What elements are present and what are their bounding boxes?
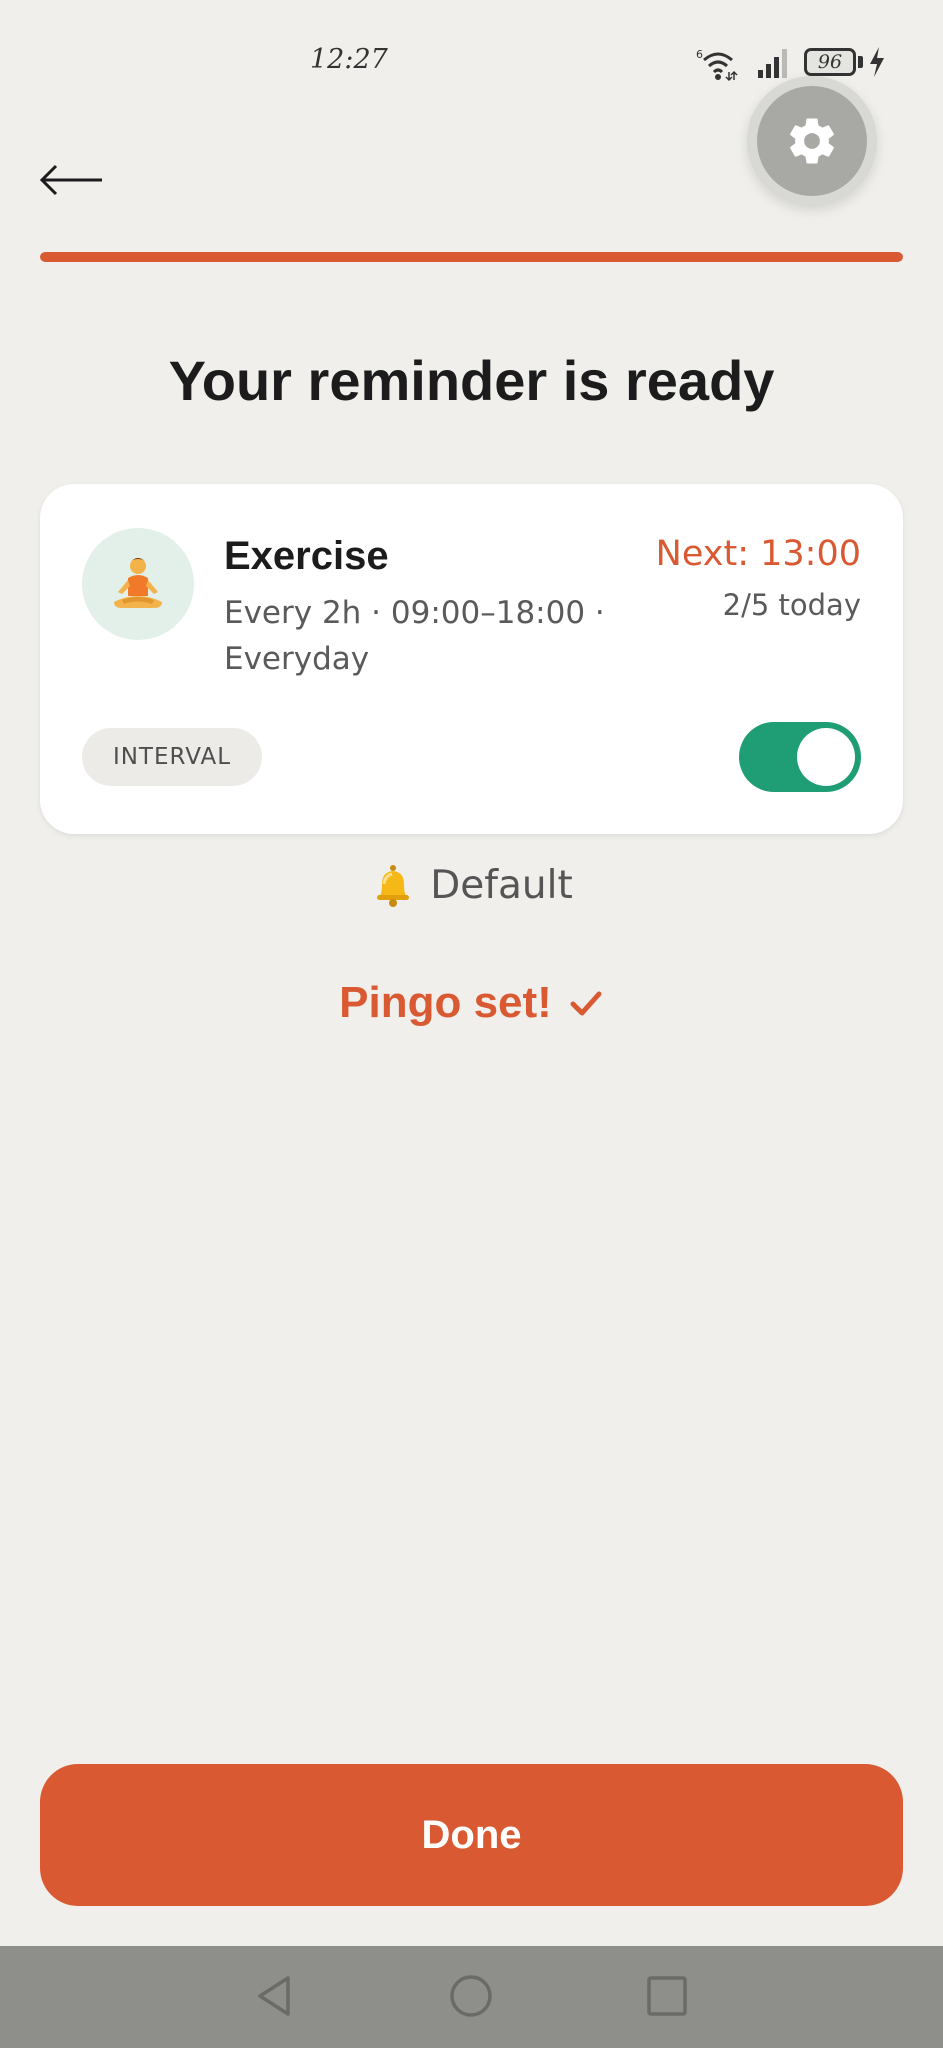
sound-row[interactable]: Default <box>0 862 943 908</box>
reminder-today-count: 2/5 today <box>722 588 861 622</box>
reminder-enabled-toggle[interactable] <box>739 722 861 792</box>
done-button[interactable]: Done <box>40 1764 903 1906</box>
wifi-icon: 6 <box>696 48 738 82</box>
confirmation-message: Pingo set! <box>0 978 943 1028</box>
svg-text:6: 6 <box>696 48 703 61</box>
charging-icon <box>870 47 884 77</box>
nav-home-icon[interactable] <box>441 1966 501 2026</box>
battery-icon: 96 <box>804 48 856 76</box>
battery-level: 96 <box>817 51 843 73</box>
page-title: Your reminder is ready <box>168 349 775 412</box>
checkmark-icon <box>570 991 602 1016</box>
signal-icon <box>758 49 787 78</box>
settings-button[interactable] <box>757 86 867 196</box>
status-time: 12:27 <box>310 44 388 75</box>
reminder-card[interactable]: Exercise Every 2h · 09:00–18:00 · Everyd… <box>40 484 903 834</box>
reminder-type-badge: INTERVAL <box>82 728 262 786</box>
confirmation-label: Pingo set! <box>339 978 552 1027</box>
done-button-label: Done <box>421 1812 522 1857</box>
reminder-schedule: Every 2h · 09:00–18:00 · Everyday <box>224 595 605 677</box>
reminder-next-time: Next: 13:00 <box>655 534 861 574</box>
progress-fill <box>40 252 903 262</box>
system-nav-bar <box>0 1946 943 2048</box>
gear-icon <box>790 118 834 164</box>
sound-label: Default <box>430 862 573 908</box>
battery-tip <box>858 56 863 68</box>
person-meditating-icon <box>114 558 162 608</box>
bell-icon <box>377 865 410 907</box>
nav-back-icon[interactable] <box>244 1966 304 2026</box>
nav-recents-icon[interactable] <box>637 1966 697 2026</box>
reminder-title: Exercise <box>224 534 389 578</box>
progress-bar <box>40 252 903 262</box>
back-arrow-icon[interactable] <box>36 150 108 210</box>
toggle-knob <box>797 728 855 786</box>
reminder-avatar <box>82 528 194 640</box>
